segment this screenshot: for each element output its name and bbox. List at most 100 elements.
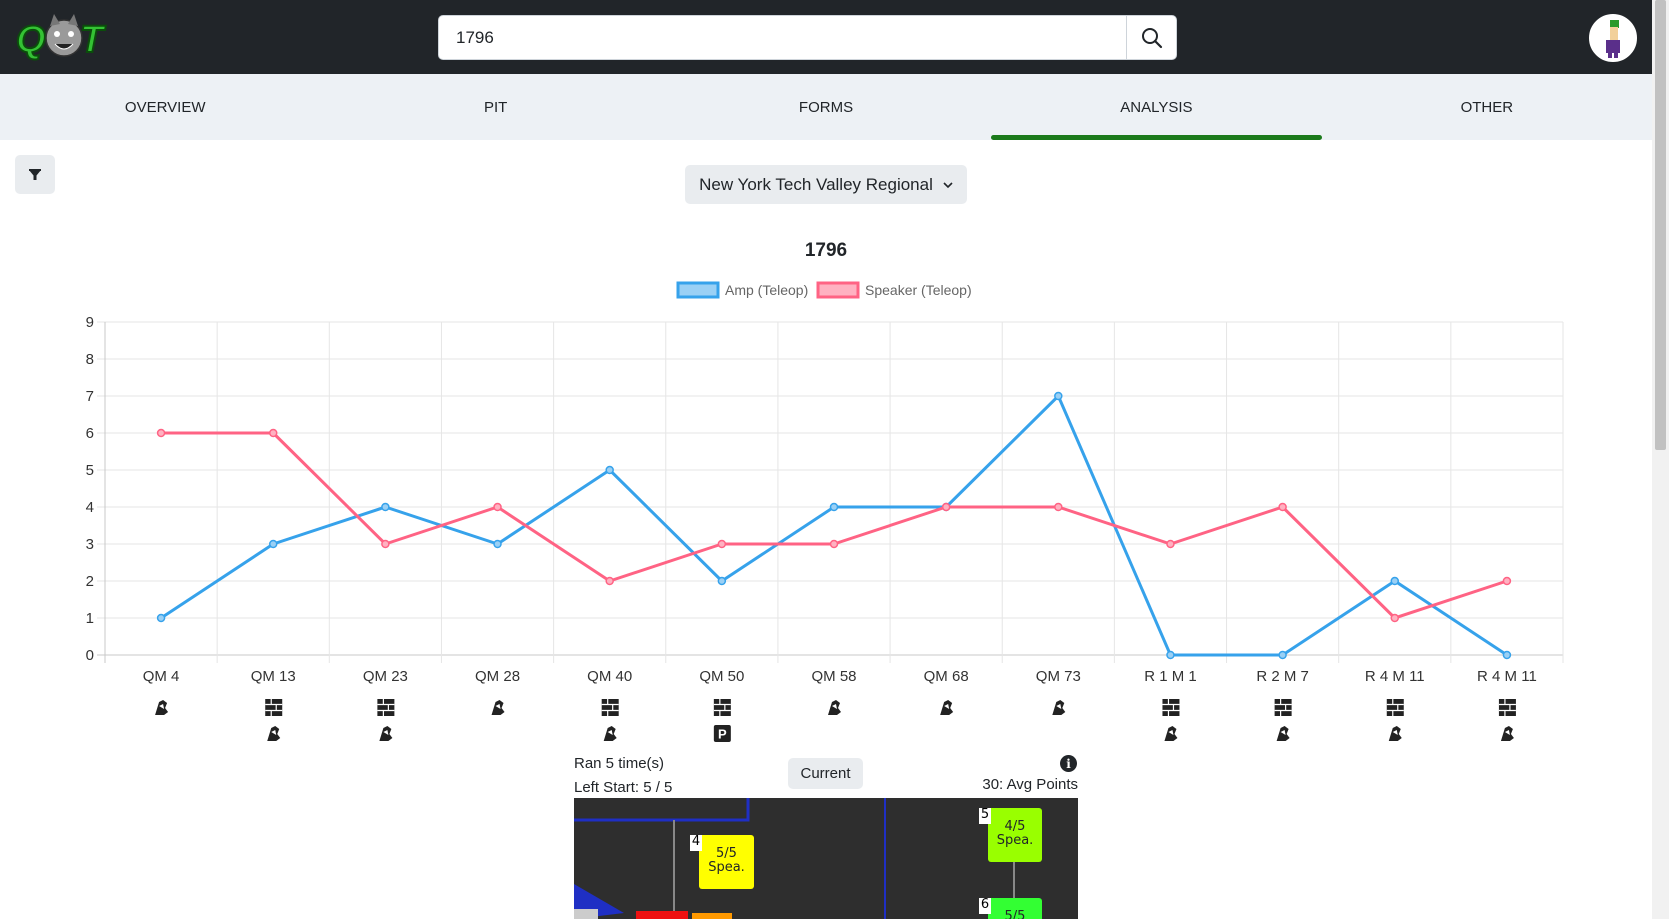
series-line <box>161 431 1508 620</box>
x-tick-label: R 2 M 7 <box>1256 668 1309 685</box>
legend-swatch <box>816 281 860 299</box>
tab-active-underline <box>991 135 1322 140</box>
data-point <box>717 576 727 586</box>
brick-wall-icon <box>265 699 283 716</box>
chevron-down-icon <box>943 181 953 188</box>
avg-points-text: 30: Avg Points <box>982 776 1078 793</box>
data-point <box>156 428 166 438</box>
data-point <box>1166 650 1175 660</box>
y-tick-label: 8 <box>86 351 94 368</box>
data-point <box>156 613 166 623</box>
field-node-4[interactable]: 5/5 Spea. <box>699 835 754 889</box>
node-number: 5 <box>979 807 991 824</box>
data-point <box>829 539 839 549</box>
robot-arm-icon <box>1164 726 1178 741</box>
tab-pit[interactable]: PIT <box>330 74 660 140</box>
data-point <box>605 576 614 586</box>
y-tick-label: 6 <box>86 425 94 442</box>
y-tick-label: 9 <box>86 314 94 331</box>
scrollbar-thumb[interactable] <box>1655 0 1666 450</box>
event-select[interactable]: New York Tech Valley Regional <box>685 165 967 204</box>
series-line <box>160 394 1508 657</box>
top-bar: Q T <box>0 0 1652 74</box>
data-point <box>1502 576 1512 586</box>
svg-text:Q: Q <box>16 19 46 61</box>
brick-wall-icon <box>1498 699 1516 716</box>
y-tick-label: 4 <box>86 499 94 516</box>
brick-wall-icon <box>377 699 395 716</box>
filter-button[interactable] <box>15 155 55 194</box>
tab-label: ANALYSIS <box>1120 98 1193 116</box>
data-point <box>1054 391 1063 401</box>
legend-label: Speaker (Teleop) <box>865 282 972 298</box>
node-score: 5/5 <box>716 846 737 861</box>
filter-icon <box>29 168 41 180</box>
tab-analysis[interactable]: ANALYSIS <box>991 74 1322 140</box>
x-tick-label: QM 23 <box>363 668 408 685</box>
search-input[interactable] <box>439 16 1126 59</box>
current-button[interactable]: Current <box>788 758 863 789</box>
search-box <box>438 15 1177 60</box>
y-tick-label: 3 <box>86 536 94 553</box>
search-icon <box>1141 27 1162 48</box>
data-point <box>1390 613 1400 623</box>
auto-field-map: 5/5 Spea. 4 4/5 Spea. 5 5/5 6 <box>574 798 1078 919</box>
y-tick-label: 2 <box>86 573 94 590</box>
data-point <box>829 502 839 512</box>
line-chart: Amp (Teleop) Speaker (Teleop) 0 1 2 3 4 5 6 7 8 9 QM… <box>86 281 1564 742</box>
left-start-text: Left Start: 5 / 5 <box>574 779 673 796</box>
robot-arm-icon <box>940 700 954 715</box>
brick-wall-icon <box>601 699 619 716</box>
robot-arm-icon <box>1388 726 1402 741</box>
robot-arm-icon <box>1276 726 1290 741</box>
tab-label: OTHER <box>1460 98 1514 116</box>
robot-arm-icon <box>491 700 505 715</box>
legend-swatch <box>676 281 720 299</box>
robot-arm-icon <box>828 700 841 715</box>
info-icon[interactable]: i <box>1060 755 1077 772</box>
tab-label: OVERVIEW <box>124 98 206 116</box>
data-point <box>268 428 278 438</box>
field-node-6[interactable]: 5/5 <box>988 898 1042 919</box>
data-point <box>493 502 502 512</box>
data-point <box>605 465 614 475</box>
node-number: 4 <box>690 834 702 851</box>
y-tick-label: 5 <box>86 462 94 479</box>
node-score: 5/5 <box>1004 909 1026 919</box>
data-point <box>1390 576 1400 586</box>
tab-forms[interactable]: FORMS <box>661 74 991 140</box>
robot-arm-icon <box>155 700 169 715</box>
x-tick-label: QM 13 <box>251 668 296 685</box>
x-tick-label: R 1 M 1 <box>1144 668 1197 685</box>
x-tick-label: QM 58 <box>811 668 856 685</box>
tab-overview[interactable]: OVERVIEW <box>0 74 330 140</box>
y-tick-label: 1 <box>86 610 94 627</box>
data-point <box>381 502 390 512</box>
page-scrollbar[interactable] <box>1652 0 1669 919</box>
robot-arm-icon <box>1052 700 1066 715</box>
robot-arm-icon <box>1500 726 1514 741</box>
field-node-5[interactable]: 4/5 Spea. <box>988 808 1042 862</box>
data-point <box>381 539 390 549</box>
node-label: Spea. <box>996 833 1034 848</box>
event-select-value: New York Tech Valley Regional <box>699 174 933 194</box>
x-tick-label: QM 4 <box>143 668 180 685</box>
brick-wall-icon <box>1274 699 1292 716</box>
user-avatar[interactable] <box>1589 14 1637 62</box>
node-number: 6 <box>979 897 991 914</box>
tab-label: PIT <box>483 98 508 116</box>
ran-count-text: Ran 5 time(s) <box>574 755 665 772</box>
data-point <box>1278 502 1287 512</box>
tab-other[interactable]: OTHER <box>1322 74 1652 140</box>
x-tick-label: QM 40 <box>587 668 632 685</box>
node-score: 4/5 <box>1004 819 1026 834</box>
data-point <box>717 539 727 549</box>
app-logo[interactable]: Q T <box>12 12 118 64</box>
y-tick-label: 7 <box>86 388 94 405</box>
brick-wall-icon <box>1386 699 1404 716</box>
legend-label: Amp (Teleop) <box>725 282 808 298</box>
data-point <box>1054 502 1063 512</box>
search-button[interactable] <box>1126 16 1176 59</box>
data-point <box>1278 650 1287 660</box>
parking-icon: P <box>713 725 731 742</box>
